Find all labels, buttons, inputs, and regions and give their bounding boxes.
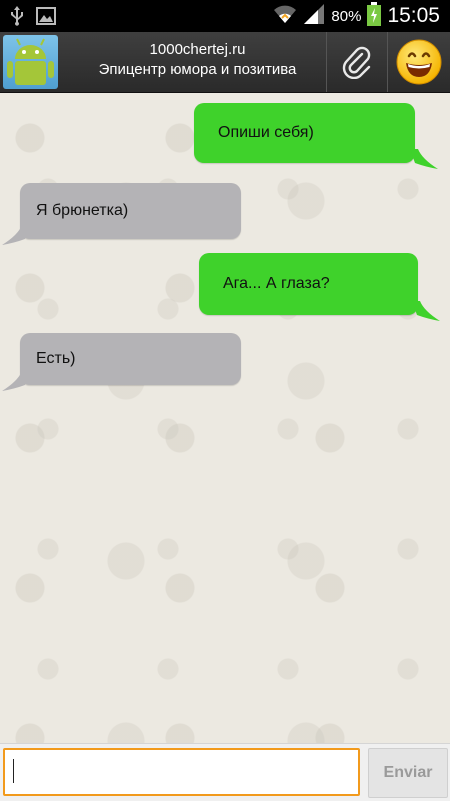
- message-bubble-incoming[interactable]: Есть): [20, 333, 241, 385]
- wifi-icon: [273, 3, 297, 30]
- attach-button[interactable]: [327, 32, 387, 92]
- android-robot-icon: [7, 38, 54, 85]
- bubble-tail: [2, 371, 30, 391]
- paperclip-icon: [342, 46, 371, 79]
- bubble-tail: [412, 301, 440, 321]
- message-text: Я брюнетка): [36, 202, 129, 219]
- message-bubble-outgoing[interactable]: Ага... А глаза?: [199, 253, 418, 315]
- avatar[interactable]: [3, 35, 58, 89]
- chat-title[interactable]: 1000chertej.ru Эпицентр юмора и позитива: [70, 40, 325, 80]
- chat-title-line2: Эпицентр юмора и позитива: [98, 61, 297, 78]
- message-text: Опиши себя): [218, 124, 314, 141]
- smiley-emoji-icon: [396, 39, 442, 85]
- bubble-tail: [2, 225, 30, 245]
- usb-icon: [10, 6, 24, 31]
- text-cursor: [13, 759, 14, 783]
- message-text: Ага... А глаза?: [223, 275, 330, 292]
- chat-title-line1: 1000chertej.ru: [149, 41, 246, 58]
- status-bar: 80% 15:05: [0, 0, 450, 32]
- battery-percent: 80%: [331, 7, 362, 25]
- signal-icon: [303, 3, 325, 30]
- message-input[interactable]: [3, 748, 360, 796]
- message-text: Есть): [36, 350, 76, 367]
- clock: 15:05: [387, 4, 440, 27]
- bubble-tail: [410, 149, 438, 169]
- composer-bar: Enviar: [0, 743, 450, 801]
- chat-area[interactable]: Опиши себя) Я брюнетка) Ага... А глаза? …: [0, 93, 450, 743]
- battery-charging-icon: [367, 1, 382, 31]
- chat-header: 1000chertej.ru Эпицентр юмора и позитива: [0, 32, 450, 93]
- emoji-button[interactable]: [388, 32, 450, 92]
- send-button[interactable]: Enviar: [368, 748, 448, 798]
- message-bubble-incoming[interactable]: Я брюнетка): [20, 183, 241, 239]
- message-bubble-outgoing[interactable]: Опиши себя): [194, 103, 415, 163]
- image-icon: [36, 7, 56, 30]
